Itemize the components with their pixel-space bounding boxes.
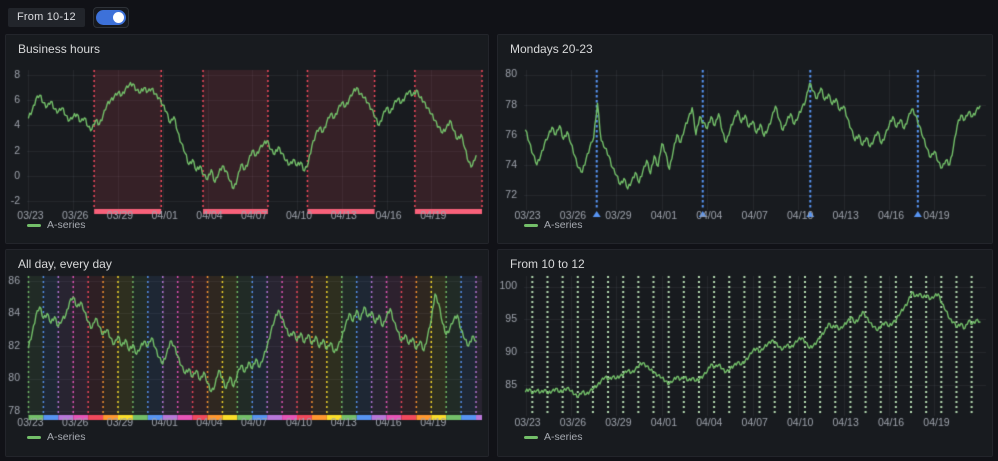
dashboard-grid: Business hours A-series Mondays 20-23 A-… [5,34,993,457]
panel-title[interactable]: From 10 to 12 [510,257,585,271]
legend-series-swatch [27,224,41,227]
panel-title[interactable]: Business hours [18,42,100,56]
mondays-20-23-chart[interactable] [498,35,992,243]
grafana-dashboard: { "toolbar": { "label": "From 10-12", "t… [0,0,998,461]
legend-series-label: A-series [47,432,86,443]
panel-title[interactable]: All day, every day [18,257,112,271]
dashboard-toolbar: From 10-12 [0,0,998,34]
from-10-to-12-chart[interactable] [498,250,992,456]
legend[interactable]: A-series [27,220,86,231]
legend[interactable]: A-series [27,432,86,443]
all-day-every-day-chart[interactable] [6,250,488,456]
legend-series-label: A-series [47,220,86,231]
legend[interactable]: A-series [524,220,583,231]
legend-series-swatch [524,224,538,227]
legend-series-label: A-series [544,220,583,231]
panel-all-day-every-day: All day, every day A-series [5,249,489,457]
legend-series-swatch [27,436,41,439]
legend-series-swatch [524,436,538,439]
business-hours-chart[interactable] [6,35,488,243]
legend-series-label: A-series [544,432,583,443]
toggle-label-chip: From 10-12 [8,8,85,27]
panel-mondays-20-23: Mondays 20-23 A-series [497,34,993,244]
panel-from-10-to-12: From 10 to 12 A-series [497,249,993,457]
toggle-knob [113,12,124,23]
legend[interactable]: A-series [524,432,583,443]
panel-title[interactable]: Mondays 20-23 [510,42,593,56]
toggle-track [96,10,126,25]
from-10-12-toggle[interactable] [93,7,129,28]
panel-business-hours: Business hours A-series [5,34,489,244]
